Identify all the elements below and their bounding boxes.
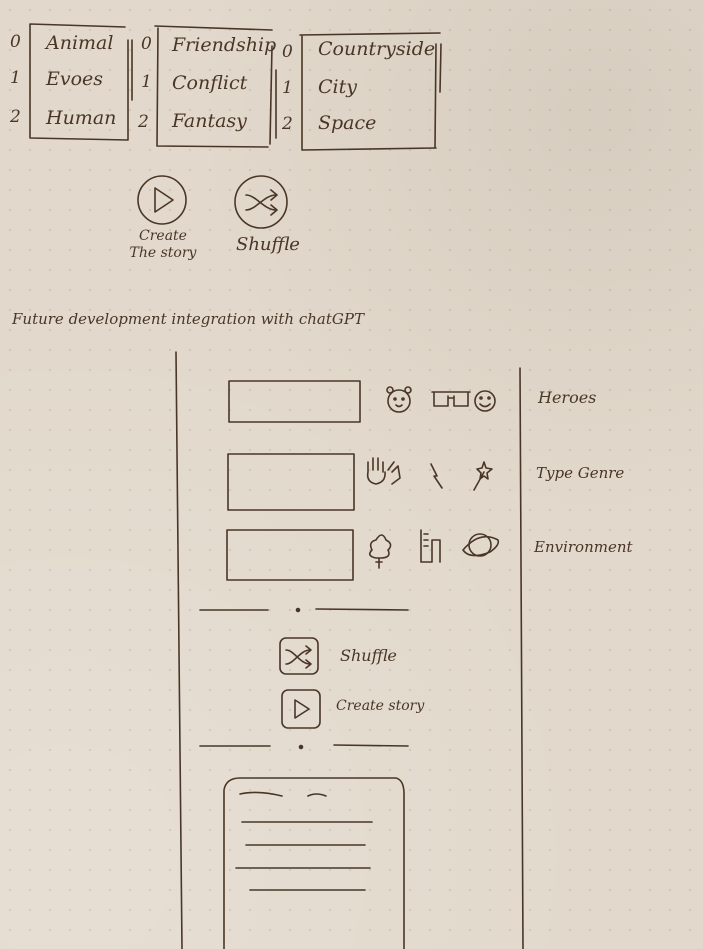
glasses-icon-button[interactable]	[430, 388, 472, 410]
list-3-item-1[interactable]: City	[318, 76, 357, 98]
list-3-num-1: 1	[282, 78, 293, 98]
lightning-icon-button[interactable]	[426, 460, 446, 492]
shuffle-button[interactable]	[280, 638, 318, 674]
hand-icon-button[interactable]	[364, 456, 402, 488]
genre-input[interactable]	[228, 454, 354, 510]
environment-input[interactable]	[227, 530, 353, 580]
list-1-num-1: 1	[10, 68, 21, 88]
bear-icon-button[interactable]	[386, 386, 414, 414]
divider-1	[199, 608, 409, 611]
shuffle-label-top[interactable]: Shuffle	[236, 234, 300, 255]
list-1-num-2: 2	[10, 107, 21, 127]
create-story-label-wire[interactable]: Create story	[336, 698, 424, 714]
shuffle-label-wire[interactable]: Shuffle	[340, 646, 397, 665]
list-2-num-2: 2	[138, 112, 149, 132]
wireframe-left-border	[175, 351, 183, 949]
list-1-item-1[interactable]: Evoes	[46, 68, 103, 90]
list-2-num-1: 1	[141, 72, 152, 92]
create-story-label-top[interactable]: Create The story	[108, 228, 218, 262]
create-story-button[interactable]	[282, 690, 320, 728]
heroes-label: Heroes	[538, 388, 597, 407]
list-2-item-0[interactable]: Friendship	[172, 34, 276, 56]
list-3-num-0: 0	[282, 42, 293, 62]
divider-2	[199, 744, 409, 747]
divider-2-dot	[298, 744, 304, 750]
story-output-box	[223, 777, 405, 949]
list-3-item-2[interactable]: Space	[318, 112, 376, 134]
genre-label: Type Genre	[536, 464, 625, 482]
list-3-num-2: 2	[282, 114, 293, 134]
future-development-note: Future development integration with chat…	[12, 310, 364, 328]
story-text-lines	[235, 791, 373, 891]
heroes-input[interactable]	[229, 381, 360, 422]
create-story-button-top[interactable]	[136, 175, 188, 227]
magic-wand-icon-button[interactable]	[470, 458, 496, 494]
list-3-item-0[interactable]: Countryside	[318, 38, 435, 60]
list-2-item-1[interactable]: Conflict	[172, 72, 247, 94]
list-1-num-0: 0	[10, 32, 21, 52]
smiley-icon-button[interactable]	[473, 389, 497, 413]
tree-icon-button[interactable]	[364, 528, 396, 570]
shuffle-button-top[interactable]	[234, 175, 288, 229]
divider-1-dot	[295, 607, 301, 613]
list-1-item-0[interactable]: Animal	[46, 32, 113, 54]
planet-icon-button[interactable]	[462, 532, 500, 560]
list-2-item-2[interactable]: Fantasy	[172, 110, 247, 132]
wireframe-right-border	[519, 367, 524, 949]
environment-label: Environment	[534, 538, 633, 556]
building-icon-button[interactable]	[418, 528, 444, 566]
list-1-item-2[interactable]: Human	[46, 107, 116, 129]
list-2-num-0: 0	[141, 34, 152, 54]
